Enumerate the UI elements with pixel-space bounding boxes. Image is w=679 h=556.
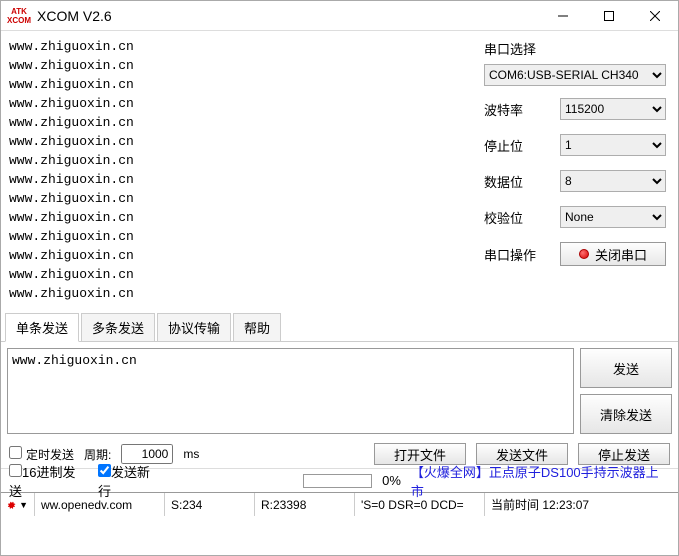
tab-protocol[interactable]: 协议传输	[157, 313, 231, 341]
port-status-icon	[579, 249, 589, 259]
close-button[interactable]	[632, 1, 678, 31]
send-tabs: 单条发送 多条发送 协议传输 帮助	[1, 316, 678, 342]
tab-help[interactable]: 帮助	[233, 313, 281, 341]
window-title: XCOM V2.6	[37, 8, 540, 24]
timed-send-checkbox[interactable]: 定时发送	[9, 446, 74, 463]
status-line: 'S=0 DSR=0 DCD=	[355, 493, 485, 516]
tab-single-send[interactable]: 单条发送	[5, 313, 79, 342]
stopbit-label: 停止位	[484, 136, 560, 155]
port-select[interactable]: COM6:USB-SERIAL CH340	[484, 64, 666, 86]
gear-icon[interactable]	[7, 498, 17, 512]
databit-select[interactable]: 8	[560, 170, 666, 192]
dropdown-icon[interactable]: ▼	[19, 500, 28, 510]
clear-send-button[interactable]: 清除发送	[580, 394, 672, 434]
parity-select[interactable]: None	[560, 206, 666, 228]
status-recv: R:23398	[255, 493, 355, 516]
status-time-label: 当前时间	[491, 496, 539, 513]
progress-percent: 0%	[382, 473, 401, 488]
period-unit: ms	[183, 447, 199, 461]
status-sent: S:234	[165, 493, 255, 516]
titlebar: ATK XCOM XCOM V2.6	[1, 1, 678, 31]
progress-bar	[303, 474, 373, 488]
parity-label: 校验位	[484, 208, 560, 227]
baud-select[interactable]: 115200	[560, 98, 666, 120]
stopbit-select[interactable]: 1	[560, 134, 666, 156]
send-button[interactable]: 发送	[580, 348, 672, 388]
databit-label: 数据位	[484, 172, 560, 191]
port-label: 串口选择	[484, 39, 666, 58]
send-textarea[interactable]: www.zhiguoxin.cn	[7, 348, 574, 434]
period-label: 周期:	[84, 446, 111, 463]
maximize-button[interactable]	[586, 1, 632, 31]
serial-config-panel: 串口选择 COM6:USB-SERIAL CH340 波特率115200 停止位…	[478, 31, 678, 316]
status-time-value: 12:23:07	[542, 498, 589, 512]
receive-textarea[interactable]: www.zhiguoxin.cn www.zhiguoxin.cn www.zh…	[1, 31, 478, 316]
minimize-button[interactable]	[540, 1, 586, 31]
status-bar: ▼ ww.openedv.com S:234 R:23398 'S=0 DSR=…	[1, 492, 678, 516]
port-op-label: 串口操作	[484, 245, 560, 264]
app-logo: ATK XCOM	[7, 6, 31, 26]
status-url[interactable]: ww.openedv.com	[35, 493, 165, 516]
tab-multi-send[interactable]: 多条发送	[81, 313, 155, 341]
port-toggle-button[interactable]: 关闭串口	[560, 242, 666, 266]
baud-label: 波特率	[484, 100, 560, 119]
